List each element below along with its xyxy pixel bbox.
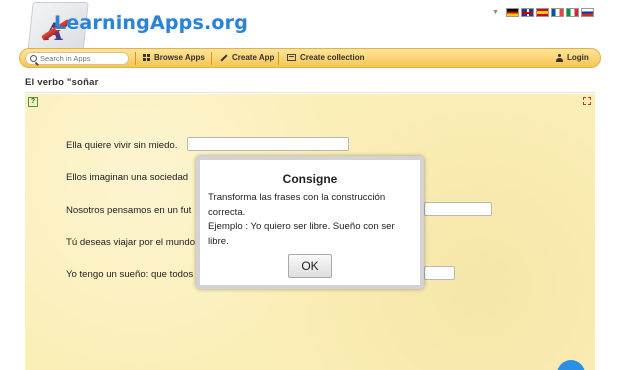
dialog-title: Consigne xyxy=(282,172,338,186)
sentence-text: Yo tengo un sueño: que todos xyxy=(66,269,194,280)
search-input[interactable] xyxy=(40,53,130,64)
answer-input[interactable] xyxy=(187,137,349,151)
flag-it-icon[interactable] xyxy=(565,7,579,17)
flag-de-icon[interactable] xyxy=(505,7,519,17)
browse-apps-button[interactable]: Browse Apps xyxy=(143,53,205,62)
user-icon xyxy=(556,53,563,62)
toolbar-divider xyxy=(278,52,279,65)
instructions-dialog: Consigne Transforma las frases con la co… xyxy=(196,156,424,289)
app-title: El verbo "soñar xyxy=(25,77,99,88)
main-toolbar: Browse Apps Create App Create collection… xyxy=(19,48,601,68)
fullscreen-icon[interactable] xyxy=(583,97,591,105)
flag-gb-icon[interactable] xyxy=(520,7,534,17)
create-collection-button[interactable]: Create collection xyxy=(287,53,364,62)
grid-icon xyxy=(143,54,150,61)
learningapps-logo[interactable]: A LearningApps.org xyxy=(27,2,248,54)
sentence-text: Tú deseas viajar por el mundo xyxy=(66,237,196,248)
sentence-text: Ellos imaginan una sociedad xyxy=(66,172,189,183)
search-icon xyxy=(30,55,37,62)
dialog-body: Transforma las frases con la construcció… xyxy=(208,191,414,249)
login-button[interactable]: Login xyxy=(556,53,589,62)
language-selector[interactable]: ▼ xyxy=(492,6,594,18)
dialog-instruction: Transforma las frases con la construcció… xyxy=(208,192,386,218)
logo-text: LearningApps.org xyxy=(54,12,249,34)
caret-down-icon[interactable]: ▼ xyxy=(492,9,499,16)
help-icon[interactable]: ? xyxy=(28,97,38,107)
answer-input[interactable] xyxy=(424,266,455,280)
flag-es-icon[interactable] xyxy=(535,7,549,17)
browse-apps-label: Browse Apps xyxy=(154,53,205,62)
flag-ru-icon[interactable] xyxy=(580,7,594,17)
title-divider xyxy=(25,92,595,93)
login-label: Login xyxy=(567,53,589,62)
answer-input[interactable] xyxy=(424,202,492,216)
pencil-icon xyxy=(220,53,228,62)
create-app-label: Create App xyxy=(232,53,275,62)
ok-button[interactable]: OK xyxy=(288,254,332,278)
dialog-example: Ejemplo : Yo quiero ser libre. Sueño con… xyxy=(208,221,395,247)
flag-fr-icon[interactable] xyxy=(550,7,564,17)
page: A LearningApps.org ▼ Browse Apps Create … xyxy=(0,0,620,370)
create-app-button[interactable]: Create App xyxy=(220,53,274,62)
sentence-text: Ella quiere vivir sin miedo. xyxy=(66,140,178,151)
collection-icon xyxy=(287,54,296,61)
create-collection-label: Create collection xyxy=(300,53,365,62)
toolbar-divider xyxy=(135,52,136,65)
search-box[interactable] xyxy=(25,52,130,65)
sentence-text: Nosotros pensamos en un fut xyxy=(66,205,192,216)
toolbar-divider xyxy=(211,52,212,65)
